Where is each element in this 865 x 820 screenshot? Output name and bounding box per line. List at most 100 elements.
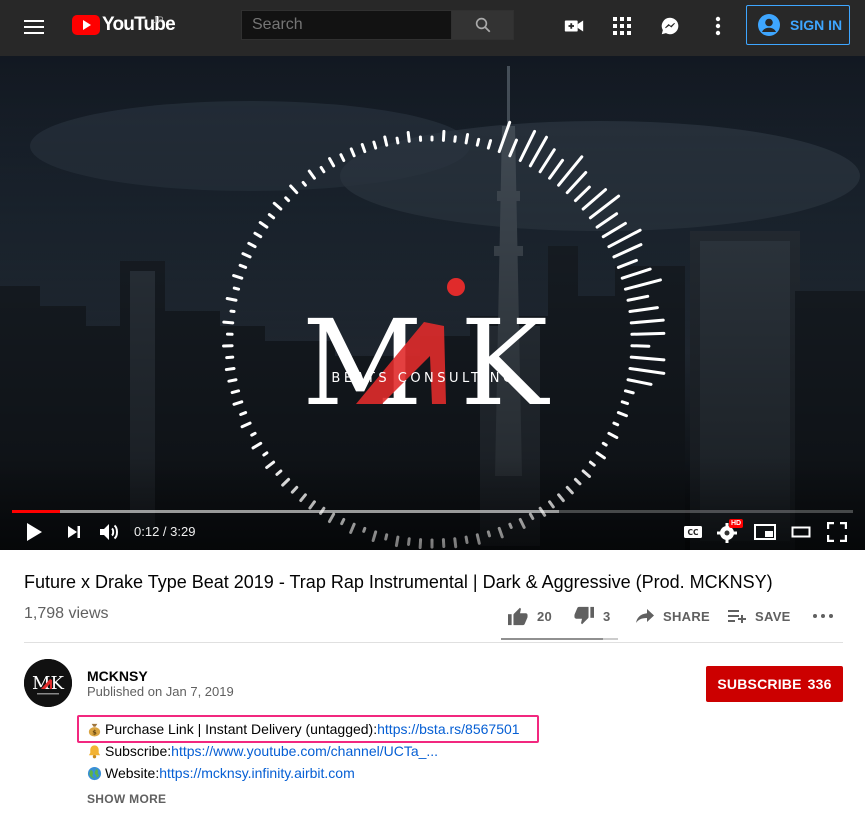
share-label: SHARE [663, 608, 711, 624]
globe-icon [87, 766, 102, 780]
messages-icon [661, 17, 679, 35]
fullscreen-button[interactable] [825, 520, 849, 544]
description-line-purchase: $ Purchase Link | Instant Delivery (unta… [87, 721, 520, 737]
share-icon [636, 609, 654, 623]
play-button[interactable] [22, 520, 46, 544]
miniplayer-button[interactable] [753, 520, 777, 544]
visualizer-bar [486, 139, 493, 150]
more-vert-icon [715, 16, 721, 36]
video-title: Future x Drake Type Beat 2019 - Trap Rap… [24, 572, 773, 592]
visualizer-bar [601, 441, 608, 447]
apps-icon [613, 17, 631, 35]
visualizer-bar [232, 286, 241, 291]
show-more-button[interactable]: SHOW MORE [87, 792, 166, 806]
playlist-add-icon [728, 610, 746, 623]
visualizer-bar [262, 451, 269, 457]
logo-text: YouTube [102, 14, 176, 35]
dislike-button[interactable]: 3 [573, 603, 611, 629]
svg-text:CC: CC [687, 528, 699, 537]
money-bag-icon: $ [88, 723, 101, 736]
next-icon [68, 526, 80, 538]
svg-text:K: K [460, 294, 550, 432]
description-line-website: Website: https://mcknsy.infinity.airbit.… [87, 765, 355, 781]
masthead: YouTube JP SIGN IN [0, 0, 865, 56]
progress-bar[interactable] [12, 510, 853, 513]
more-actions-button[interactable] [812, 603, 834, 629]
video-player[interactable]: M K BEATS CONSULTING 0:12 / 3:29 CC HD [0, 56, 865, 550]
more-options-button[interactable] [706, 14, 730, 38]
channel-name[interactable]: MCKNSY [87, 668, 148, 684]
subscribe-link[interactable]: https://www.youtube.com/channel/UCTa_... [171, 743, 438, 759]
visualizer-bar [222, 320, 235, 325]
thumb-up-icon [508, 607, 528, 626]
buffered-bar [12, 510, 559, 513]
visualizer-bar [383, 135, 389, 147]
visualizer-bar [630, 331, 666, 336]
visualizer-bar [406, 130, 411, 143]
bell-icon [88, 744, 101, 758]
more-horiz-icon [813, 614, 833, 618]
captions-button[interactable]: CC [681, 520, 705, 544]
visualizer-bar [224, 366, 236, 372]
channel-logo-icon: MK [24, 659, 72, 707]
description-line-subscribe: Subscribe: https://www.youtube.com/chann… [87, 743, 438, 759]
visualizer-bar [475, 137, 481, 147]
share-button[interactable]: SHARE [635, 603, 710, 629]
search-icon [475, 17, 490, 33]
visualizer-bar [239, 411, 248, 416]
sign-in-button[interactable]: SIGN IN [746, 5, 850, 45]
purchase-text: Purchase Link | Instant Delivery (untagg… [105, 721, 378, 737]
messages-button[interactable] [658, 14, 682, 38]
sentiment-like-fill [501, 638, 603, 640]
played-bar [12, 510, 60, 513]
captions-icon: CC [684, 526, 702, 538]
next-button[interactable] [62, 520, 86, 544]
visualizer-bar [620, 400, 630, 406]
svg-text:$: $ [92, 728, 97, 736]
save-label: SAVE [755, 608, 791, 624]
section-divider [24, 642, 843, 643]
channel-avatar[interactable]: MK [24, 659, 72, 707]
visualizer-bar [225, 355, 235, 360]
settings-button[interactable]: HD [717, 519, 744, 544]
visualizer-bar [227, 378, 238, 383]
visualizer-bar [238, 263, 248, 269]
visualizer-bar [453, 135, 457, 143]
miniplayer-icon [754, 524, 776, 540]
volume-button[interactable] [98, 520, 122, 544]
region-label: JP [153, 15, 164, 25]
account-circle-icon [758, 14, 780, 36]
save-button[interactable]: SAVE [727, 603, 791, 629]
visualizer-bar [623, 389, 635, 395]
thumb-down-icon [574, 606, 594, 625]
subscribe-text: Subscribe: [105, 743, 172, 759]
apps-button[interactable] [610, 14, 634, 38]
volume-icon [100, 524, 118, 540]
purchase-link[interactable]: https://bsta.rs/8567501 [377, 721, 519, 737]
subscribe-button[interactable]: SUBSCRIBE 336 [706, 666, 843, 702]
youtube-play-logo-icon [72, 15, 100, 35]
visualizer-bar [372, 140, 378, 150]
visualizer-bar [464, 132, 470, 145]
visualizer-bar [230, 389, 241, 395]
menu-icon[interactable] [24, 16, 46, 38]
overlay-tagline: BEATS CONSULTING [331, 371, 516, 386]
visualizer-bar [284, 196, 291, 203]
theater-mode-button[interactable] [789, 520, 813, 544]
view-count: 1,798 views [24, 605, 109, 622]
dislike-count: 3 [603, 608, 611, 624]
website-link[interactable]: https://mcknsy.infinity.airbit.com [159, 765, 355, 781]
search-button[interactable] [451, 10, 514, 40]
create-video-button[interactable] [562, 14, 586, 38]
sign-in-label: SIGN IN [790, 17, 843, 33]
visualizer-bar [441, 129, 446, 142]
website-text: Website: [105, 765, 160, 781]
sentiment-bar [501, 638, 618, 640]
visualizer-bar [301, 180, 307, 187]
play-icon [27, 523, 42, 541]
like-button[interactable]: 20 [507, 603, 552, 629]
subscriber-count: 336 [807, 676, 832, 692]
search-input[interactable] [241, 10, 451, 40]
visualizer-bar [395, 136, 400, 145]
publish-date: Published on Jan 7, 2019 [87, 684, 234, 699]
